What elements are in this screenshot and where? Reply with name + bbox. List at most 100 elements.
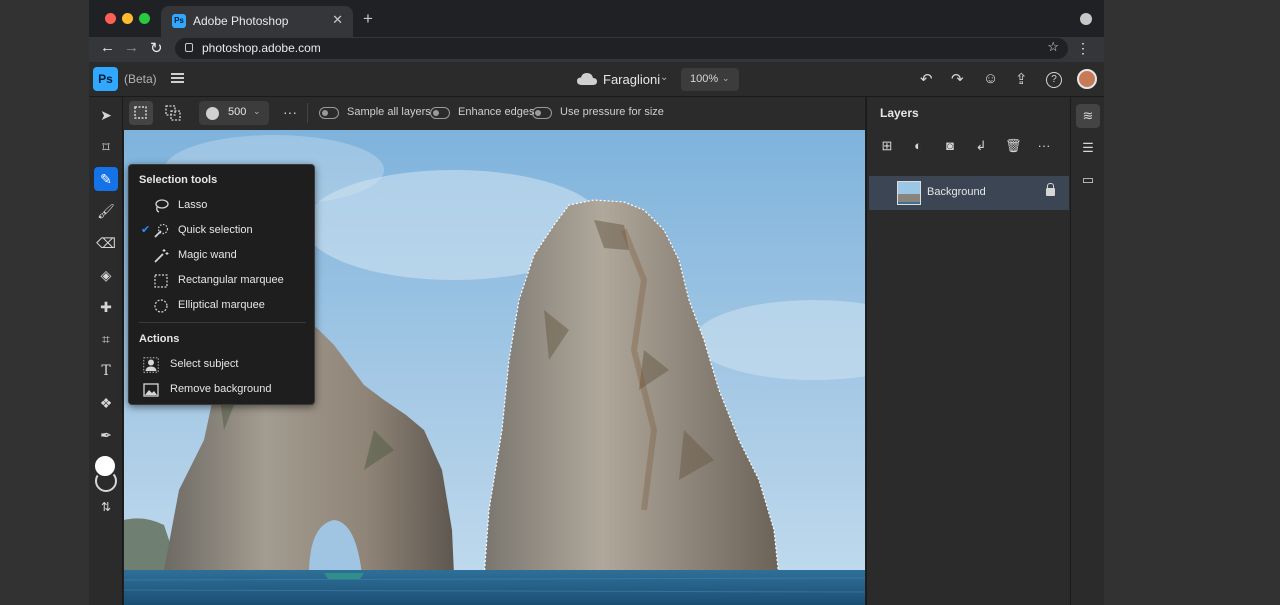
tab-title: Adobe Photoshop — [193, 14, 289, 28]
address-bar: ← → ↻ photoshop.adobe.com ☆ ⋮ — [89, 37, 1104, 62]
menu-item-lasso[interactable]: Lasso — [129, 194, 316, 218]
menu-item-label: Remove background — [170, 383, 272, 395]
move-tool-icon[interactable]: ➤ — [94, 103, 118, 127]
reload-icon[interactable]: ↻ — [150, 39, 163, 57]
tab-search-icon[interactable] — [1080, 13, 1092, 25]
brush-size-value: 500 — [228, 106, 247, 118]
menu-item-label: Select subject — [170, 358, 239, 370]
crop-tool-icon[interactable]: ⌗ — [94, 327, 118, 351]
paint-bucket-tool-icon[interactable]: ◈ — [94, 263, 118, 287]
foreground-color-swatch[interactable] — [93, 454, 117, 478]
more-options-icon[interactable]: ··· — [283, 104, 297, 120]
brush-size-dropdown[interactable]: 500 ⌄ — [199, 101, 269, 125]
chevron-down-icon: ⌄ — [253, 106, 261, 116]
enhance-edges-label: Enhance edges — [458, 106, 535, 118]
eraser-tool-icon[interactable]: ⌫ — [94, 231, 118, 255]
maximize-window-button[interactable] — [139, 13, 150, 24]
browser-tab[interactable]: Ps Adobe Photoshop ✕ — [161, 6, 353, 37]
swap-colors-icon[interactable]: ⇅ — [94, 495, 118, 519]
lock-icon — [185, 43, 193, 52]
layers-panel-icon[interactable]: ≋ — [1076, 104, 1100, 128]
actions-heading: Actions — [139, 333, 180, 345]
healing-brush-tool-icon[interactable]: ✚ — [94, 295, 118, 319]
use-pressure-label: Use pressure for size — [560, 106, 664, 118]
invite-user-icon[interactable]: ☺ — [983, 70, 998, 87]
url-text: photoshop.adobe.com — [202, 41, 321, 55]
brush-preview-icon — [206, 107, 219, 120]
properties-panel-icon[interactable]: ☰ — [1076, 136, 1100, 160]
quick-selection-tool-icon[interactable]: ✎ — [94, 167, 118, 191]
help-icon[interactable]: ? — [1046, 72, 1062, 88]
menu-item-magic-wand[interactable]: Magic wand — [129, 244, 316, 268]
chevron-down-icon[interactable]: ⌄ — [660, 72, 668, 83]
bookmark-star-icon[interactable]: ☆ — [1047, 39, 1059, 55]
image-icon — [143, 382, 159, 398]
checkmark-icon: ✔ — [141, 224, 151, 236]
menu-item-label: Rectangular marquee — [178, 274, 284, 286]
clip-mask-icon[interactable]: ↲ — [973, 138, 989, 154]
browser-window: Ps Adobe Photoshop ✕ + ← → ↻ photoshop.a… — [89, 0, 1104, 605]
layer-name: Background — [927, 186, 986, 198]
divider — [139, 322, 306, 323]
sample-all-layers-label: Sample all layers — [347, 106, 431, 118]
lock-icon[interactable] — [1046, 183, 1055, 196]
url-field[interactable]: photoshop.adobe.com ☆ — [175, 38, 1068, 59]
magic-wand-icon — [153, 248, 169, 264]
menu-item-label: Magic wand — [178, 249, 237, 261]
lasso-icon — [153, 198, 169, 214]
close-tab-icon[interactable]: ✕ — [332, 12, 343, 28]
type-tool-icon[interactable]: T — [94, 359, 118, 383]
subtract-selection-icon[interactable] — [161, 101, 185, 125]
new-tab-icon[interactable]: + — [363, 9, 373, 29]
zoom-dropdown[interactable]: 100% ⌄ — [681, 68, 739, 91]
quick-selection-icon — [153, 223, 169, 239]
use-pressure-toggle[interactable] — [532, 107, 552, 119]
layers-panel: Layers ⊞ ◐ ◙ ↲ 🗑 ··· Background — [866, 97, 1070, 605]
photoshop-favicon-icon: Ps — [172, 14, 186, 28]
new-selection-icon[interactable] — [129, 101, 153, 125]
right-panel-rail: ≋ ☰ ▭ — [1070, 97, 1104, 605]
close-window-button[interactable] — [105, 13, 116, 24]
sample-all-layers-toggle[interactable] — [319, 107, 339, 119]
share-icon[interactable]: ⇪ — [1015, 70, 1028, 88]
divider — [307, 103, 308, 123]
more-options-icon[interactable]: ··· — [1036, 138, 1052, 154]
comments-panel-icon[interactable]: ▭ — [1076, 168, 1100, 192]
browser-menu-icon[interactable]: ⋮ — [1076, 40, 1090, 57]
menu-item-rectangular-marquee[interactable]: Rectangular marquee — [129, 269, 316, 293]
photoshop-logo[interactable]: Ps — [93, 67, 118, 91]
cloud-icon — [577, 73, 597, 85]
menu-item-quick-selection[interactable]: ✔ Quick selection — [129, 219, 316, 243]
chevron-down-icon: ⌄ — [722, 73, 730, 83]
enhance-edges-toggle[interactable] — [430, 107, 450, 119]
add-mask-icon[interactable]: ◙ — [942, 138, 958, 154]
eyedropper-tool-icon[interactable]: ✒ — [94, 423, 118, 447]
menu-item-label: Lasso — [178, 199, 208, 211]
tool-options-bar: 500 ⌄ ··· Sample all layers Enhance edge… — [123, 97, 865, 130]
delete-layer-icon[interactable]: 🗑 — [1005, 138, 1022, 154]
avatar[interactable] — [1077, 69, 1097, 89]
menu-item-elliptical-marquee[interactable]: Elliptical marquee — [129, 294, 316, 318]
back-icon[interactable]: ← — [100, 39, 115, 56]
app-header: Ps (Beta) Faraglioni ⌄ 100% ⌄ ↶ ↷ ☺ ⇪ ? — [89, 62, 1104, 97]
redo-icon[interactable]: ↷ — [951, 70, 964, 88]
minimize-window-button[interactable] — [122, 13, 133, 24]
brush-tool-icon[interactable]: 🖌 — [94, 199, 118, 223]
layers-title: Layers — [880, 106, 919, 120]
document-name[interactable]: Faraglioni — [603, 72, 660, 87]
selection-tools-flyout: Selection tools Lasso ✔ Quick selection … — [128, 164, 315, 405]
forward-icon[interactable]: → — [124, 39, 139, 56]
menu-item-select-subject[interactable]: Select subject — [129, 353, 316, 377]
add-image-tool-icon[interactable]: ❖ — [94, 391, 118, 415]
undo-icon[interactable]: ↶ — [920, 70, 933, 88]
hamburger-menu-icon[interactable] — [171, 73, 184, 83]
menu-item-label: Quick selection — [178, 224, 253, 236]
person-icon — [143, 357, 159, 373]
add-layer-icon[interactable]: ⊞ — [879, 138, 895, 154]
layer-thumbnail — [897, 181, 921, 205]
zoom-value: 100% — [690, 73, 719, 85]
transform-tool-icon[interactable]: ⌑ — [94, 135, 118, 159]
layer-row[interactable]: Background — [869, 176, 1069, 210]
adjustment-layer-icon[interactable]: ◐ — [910, 138, 926, 154]
menu-item-remove-background[interactable]: Remove background — [129, 378, 316, 402]
